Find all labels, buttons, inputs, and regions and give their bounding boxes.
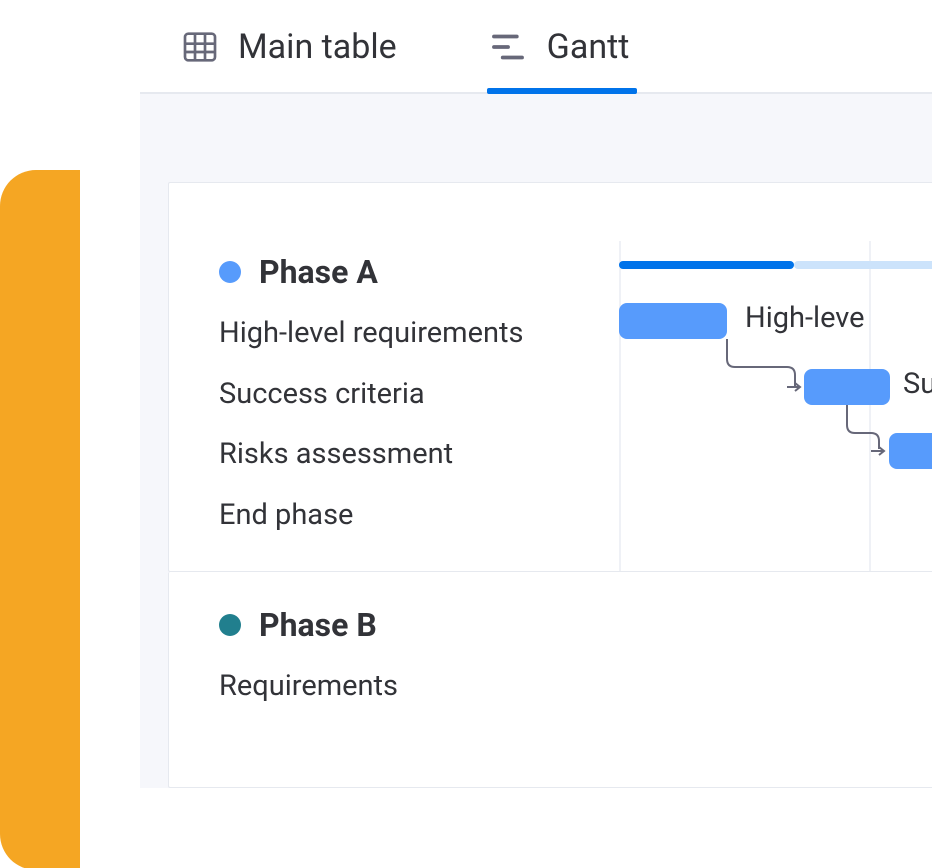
gantt-icon [487, 26, 529, 68]
tab-main-table[interactable]: Main table [180, 27, 397, 73]
main-panel: Main table Gantt Phase A [140, 0, 932, 868]
dependency-connector-icon [619, 241, 932, 541]
phase-a-title: Phase A [259, 253, 378, 291]
accent-side-strip [0, 170, 80, 868]
gantt-chart-area: High-leve Suc [619, 241, 932, 571]
phase-b-title: Phase B [259, 606, 377, 644]
gantt-board: Phase A High-level requirements Success … [140, 182, 932, 788]
phase-card-a: Phase A High-level requirements Success … [168, 182, 932, 572]
view-tabs: Main table Gantt [140, 0, 932, 94]
gantt-bar[interactable] [889, 433, 932, 469]
phase-card-b: Phase B Requirements [168, 572, 932, 788]
phase-a-dot-icon [219, 261, 241, 283]
tab-gantt[interactable]: Gantt [487, 26, 630, 74]
tab-main-table-label: Main table [238, 27, 397, 67]
table-icon [180, 27, 220, 67]
phase-header-b[interactable]: Phase B [219, 606, 932, 644]
phase-b-dot-icon [219, 614, 241, 636]
tab-gantt-label: Gantt [547, 27, 630, 67]
phase-b-task-list: Requirements [219, 666, 932, 707]
arrow-right-icon [871, 445, 887, 457]
toolbar-spacer [140, 94, 932, 182]
task-row[interactable]: Requirements [219, 666, 932, 707]
